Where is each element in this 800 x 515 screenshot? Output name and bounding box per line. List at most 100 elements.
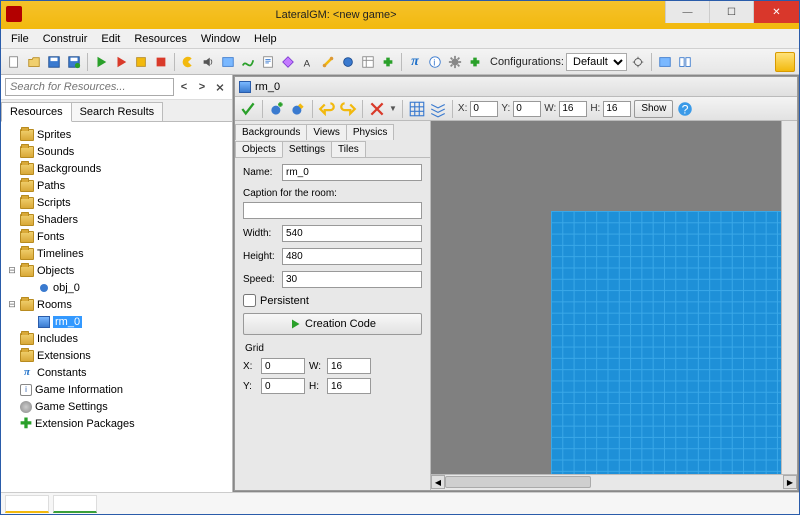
tree-game-info[interactable]: Game Information	[35, 384, 123, 396]
grid-h-input[interactable]	[327, 378, 371, 394]
tree-backgrounds[interactable]: Backgrounds	[37, 163, 101, 175]
horizontal-scrollbar[interactable]: ◀ ▶	[431, 474, 797, 490]
tree-rooms[interactable]: Rooms	[37, 299, 72, 311]
tree-scripts[interactable]: Scripts	[37, 197, 71, 209]
save-as-icon[interactable]	[65, 53, 83, 71]
open-icon[interactable]	[25, 53, 43, 71]
tree-constants[interactable]: Constants	[37, 367, 87, 379]
tree-paths[interactable]: Paths	[37, 180, 65, 192]
tab-physics[interactable]: Physics	[346, 124, 394, 140]
help-icon[interactable]: ?	[676, 100, 694, 118]
tab-views[interactable]: Views	[306, 124, 347, 140]
tree-extension-packages[interactable]: Extension Packages	[35, 418, 135, 430]
tree-obj0[interactable]: obj_0	[53, 282, 80, 294]
tree-game-settings[interactable]: Game Settings	[35, 401, 108, 413]
extension-icon[interactable]	[379, 53, 397, 71]
tree-timelines[interactable]: Timelines	[37, 248, 84, 260]
manual-icon[interactable]	[676, 53, 694, 71]
sound-icon[interactable]	[199, 53, 217, 71]
height-input[interactable]	[282, 248, 422, 265]
close-button[interactable]: ✕	[753, 1, 799, 23]
search-input[interactable]	[5, 78, 174, 96]
redo-icon[interactable]	[339, 100, 357, 118]
search-next-icon[interactable]: >	[194, 79, 210, 95]
scroll-left-icon[interactable]: ◀	[431, 475, 445, 489]
new-icon[interactable]	[5, 53, 23, 71]
coord-w-input[interactable]	[559, 101, 587, 117]
packages-icon[interactable]	[466, 53, 484, 71]
tab-settings[interactable]: Settings	[282, 141, 332, 158]
tab-backgrounds[interactable]: Backgrounds	[235, 124, 307, 140]
minimize-button[interactable]: —	[665, 1, 709, 23]
coord-y-input[interactable]	[513, 101, 541, 117]
settings-icon[interactable]	[446, 53, 464, 71]
script-icon[interactable]	[259, 53, 277, 71]
font-icon[interactable]: A	[299, 53, 317, 71]
resource-tree[interactable]: ▸Sprites ▸Sounds ▸Backgrounds ▸Paths ▸Sc…	[1, 122, 232, 492]
tab-search-results[interactable]: Search Results	[71, 102, 164, 121]
save-icon[interactable]	[45, 53, 63, 71]
taskbar-item[interactable]	[53, 495, 97, 513]
room-canvas[interactable]	[431, 121, 797, 474]
taskbar-item[interactable]	[5, 495, 49, 513]
menu-help[interactable]: Help	[248, 31, 283, 47]
shader-icon[interactable]	[279, 53, 297, 71]
object-icon[interactable]	[339, 53, 357, 71]
pacman-icon[interactable]	[179, 53, 197, 71]
constants-icon[interactable]: π	[406, 53, 424, 71]
run-icon[interactable]	[92, 53, 110, 71]
grid-y-input[interactable]	[261, 378, 305, 394]
search-prev-icon[interactable]: <	[176, 79, 192, 95]
path-icon[interactable]	[239, 53, 257, 71]
vertical-scrollbar[interactable]	[781, 121, 797, 474]
expander-icon[interactable]: ⊟	[7, 299, 17, 310]
tab-resources[interactable]: Resources	[1, 102, 72, 122]
confirm-icon[interactable]	[239, 100, 257, 118]
undo-icon[interactable]	[318, 100, 336, 118]
expander-icon[interactable]: ⊟	[7, 265, 17, 276]
grid-icon[interactable]	[408, 100, 426, 118]
search-clear-icon[interactable]: ⨯	[212, 79, 228, 95]
tree-includes[interactable]: Includes	[37, 333, 78, 345]
tree-rm0[interactable]: rm_0	[53, 316, 82, 328]
scroll-thumb[interactable]	[445, 476, 591, 488]
menu-resources[interactable]: Resources	[128, 31, 193, 47]
iso-grid-icon[interactable]	[429, 100, 447, 118]
maximize-button[interactable]: ☐	[709, 1, 753, 23]
compile-icon[interactable]	[132, 53, 150, 71]
tree-objects[interactable]: Objects	[37, 265, 74, 277]
room-toolbar-icon[interactable]	[359, 53, 377, 71]
caption-input[interactable]	[243, 202, 422, 219]
menu-window[interactable]: Window	[195, 31, 246, 47]
game-info-icon[interactable]: i	[426, 53, 444, 71]
add-object-icon[interactable]	[268, 100, 286, 118]
menu-edit[interactable]: Edit	[95, 31, 126, 47]
tab-objects[interactable]: Objects	[235, 141, 283, 157]
background-icon[interactable]	[219, 53, 237, 71]
timeline-icon[interactable]	[319, 53, 337, 71]
menu-file[interactable]: File	[5, 31, 35, 47]
show-button[interactable]: Show	[634, 100, 673, 118]
tree-fonts[interactable]: Fonts	[37, 231, 65, 243]
preferences-icon[interactable]	[656, 53, 674, 71]
scroll-right-icon[interactable]: ▶	[783, 475, 797, 489]
grid-x-input[interactable]	[261, 358, 305, 374]
tab-tiles[interactable]: Tiles	[331, 141, 366, 157]
coord-x-input[interactable]	[470, 101, 498, 117]
persistent-checkbox[interactable]	[243, 294, 256, 307]
width-input[interactable]	[282, 225, 422, 242]
debug-icon[interactable]	[112, 53, 130, 71]
tree-sounds[interactable]: Sounds	[37, 146, 74, 158]
edit-object-icon[interactable]	[289, 100, 307, 118]
grid-w-input[interactable]	[327, 358, 371, 374]
tree-extensions[interactable]: Extensions	[37, 350, 91, 362]
tree-shaders[interactable]: Shaders	[37, 214, 78, 226]
delete-icon[interactable]	[368, 100, 386, 118]
enigma-button[interactable]	[775, 52, 795, 72]
speed-input[interactable]	[282, 271, 422, 288]
menu-construir[interactable]: Construir	[37, 31, 94, 47]
coord-h-input[interactable]	[603, 101, 631, 117]
tree-sprites[interactable]: Sprites	[37, 129, 71, 141]
creation-code-button[interactable]: Creation Code	[243, 313, 422, 335]
stop-icon[interactable]	[152, 53, 170, 71]
